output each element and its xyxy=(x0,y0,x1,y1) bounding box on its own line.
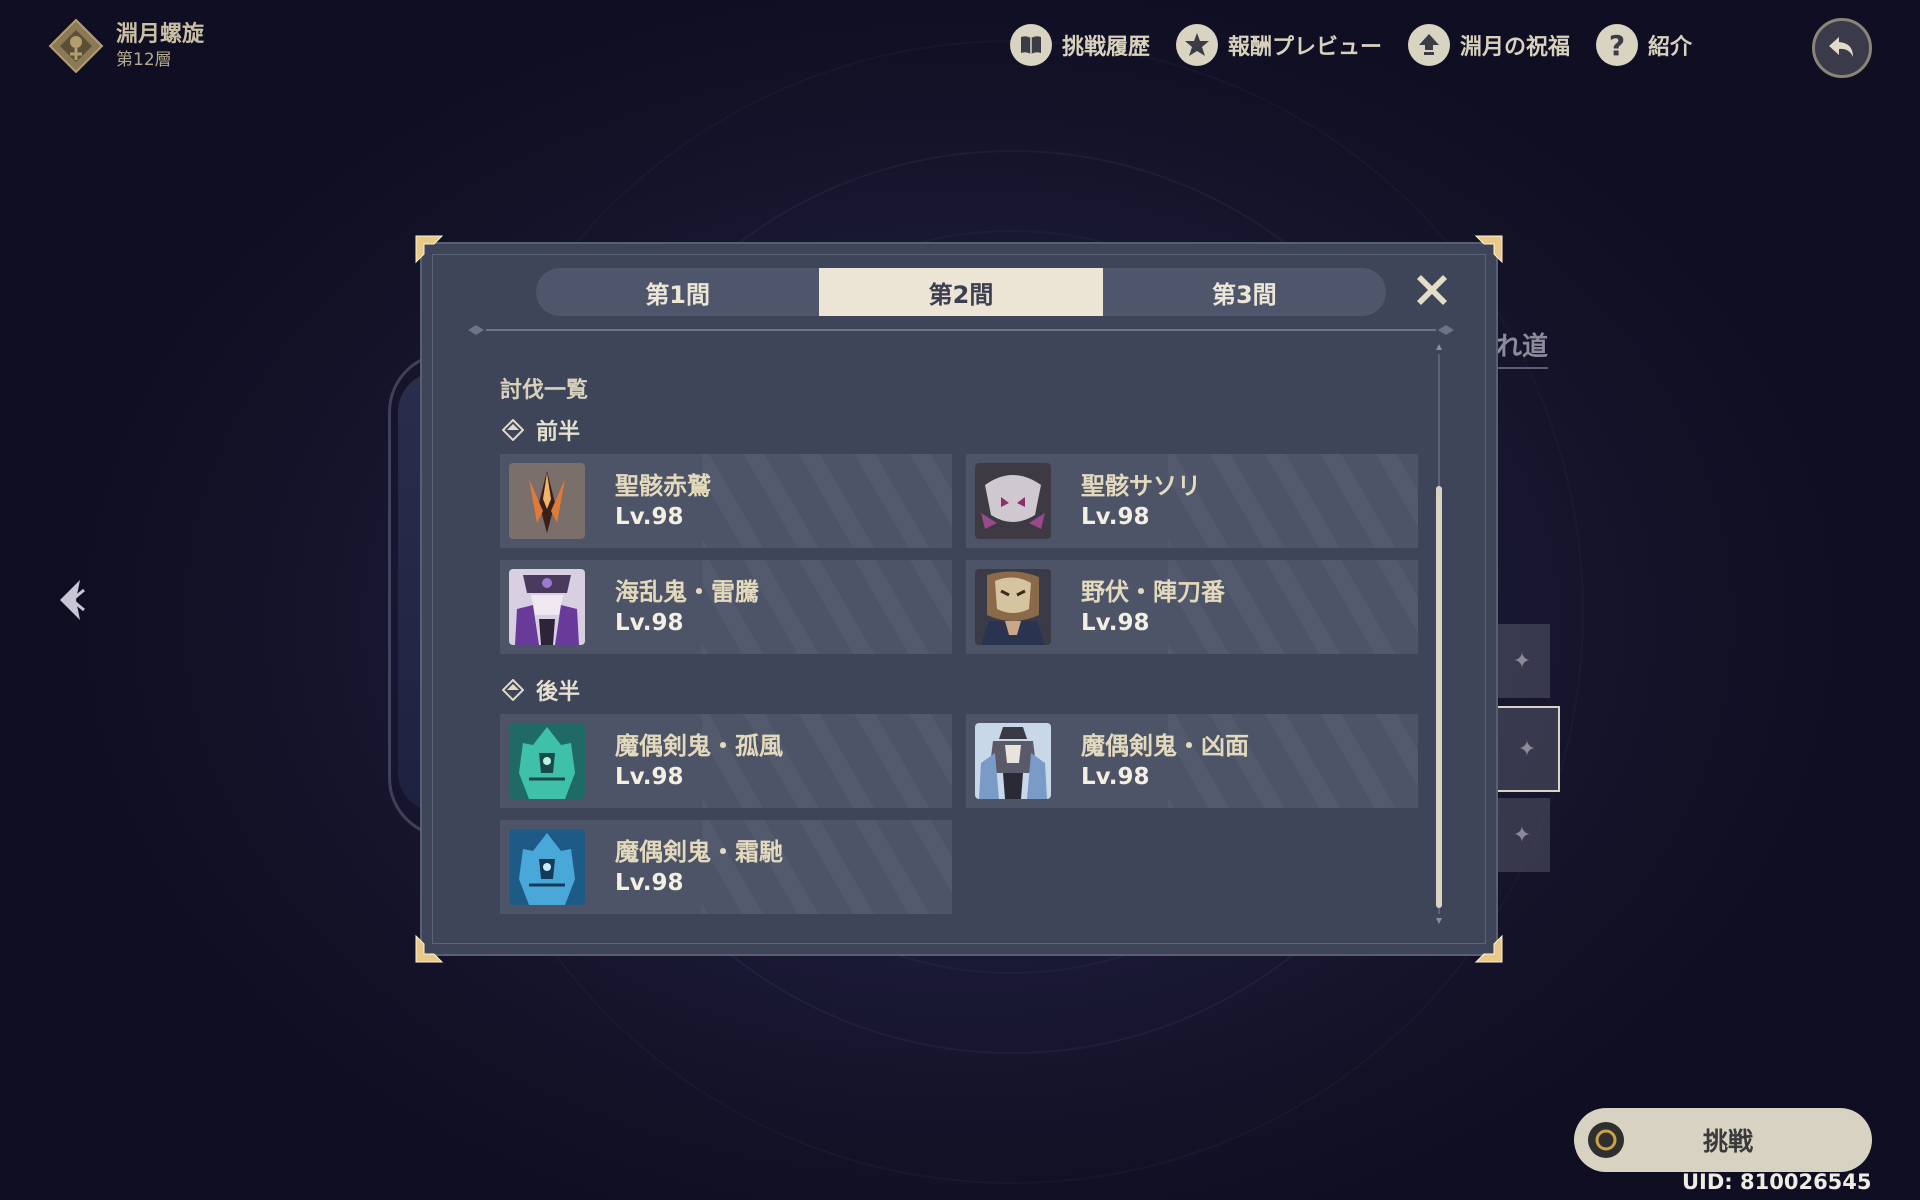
previous-page-arrow[interactable] xyxy=(54,576,94,624)
scroll-down-icon xyxy=(1436,918,1442,924)
enemy-list-scrollbar[interactable] xyxy=(1436,344,1442,924)
background-star-slot: ✦ xyxy=(1494,798,1550,872)
back-arrow-icon xyxy=(1829,37,1853,57)
star-badge-icon xyxy=(1176,24,1219,66)
second-half-header: 後半 xyxy=(502,674,580,706)
uid-label: UID: 810026545 xyxy=(1682,1170,1872,1194)
first-half-label: 前半 xyxy=(536,420,581,445)
enemy-level: Lv.98 xyxy=(615,610,684,636)
diamond-icon xyxy=(502,679,524,701)
challenge-history-label: 挑戦履歴 xyxy=(1062,35,1151,60)
enemy-list-modal: 第1間 第2間 第3間 討伐一覧 前半 聖骸赤鷲 Lv.98 聖骸サソリ Lv.… xyxy=(415,235,1503,963)
corner-ornament-icon xyxy=(1474,235,1503,264)
enemy-name: 魔偶剣鬼・霜馳 xyxy=(615,838,783,866)
enemy-level: Lv.98 xyxy=(615,764,684,790)
enemy-portrait-maguu-kenki-frost-run xyxy=(509,829,585,905)
enemy-card[interactable]: 野伏・陣刀番 Lv.98 xyxy=(966,560,1418,654)
diamond-icon xyxy=(502,419,524,441)
introduction-button[interactable]: ? 紹介 xyxy=(1596,24,1692,66)
enemy-portrait-scorpion xyxy=(975,463,1051,539)
enemy-name: 聖骸サソリ xyxy=(1081,472,1201,500)
first-half-header: 前半 xyxy=(502,414,580,446)
close-icon xyxy=(1417,275,1447,305)
challenge-label: 挑戦 xyxy=(1702,1127,1753,1156)
close-button[interactable] xyxy=(1410,268,1454,312)
corner-ornament-icon xyxy=(415,235,444,264)
background-route-label: れ道 xyxy=(1496,326,1549,369)
tab-chamber-3[interactable]: 第3間 xyxy=(1103,268,1386,316)
enemy-level: Lv.98 xyxy=(1081,610,1150,636)
reward-preview-label: 報酬プレビュー xyxy=(1228,35,1383,60)
enemy-card[interactable]: 海乱鬼・雷騰 Lv.98 xyxy=(500,560,952,654)
enemy-portrait-kairagi-thunder xyxy=(509,569,585,645)
enemy-card[interactable]: 聖骸サソリ Lv.98 xyxy=(966,454,1418,548)
corner-ornament-icon xyxy=(415,934,444,963)
reward-preview-button[interactable]: 報酬プレビュー xyxy=(1176,24,1382,66)
abyss-blessing-button[interactable]: 淵月の祝福 xyxy=(1408,24,1570,66)
enemy-level: Lv.98 xyxy=(1081,504,1150,530)
enemy-portrait-maguu-kenki-lone-gale xyxy=(509,723,585,799)
introduction-label: 紹介 xyxy=(1648,35,1693,60)
challenge-button[interactable]: 挑戦 xyxy=(1574,1108,1872,1172)
chamber-tabs: 第1間 第2間 第3間 xyxy=(536,268,1386,316)
enemy-portrait-crimson-eagle xyxy=(509,463,585,539)
book-icon xyxy=(1010,24,1052,66)
question-icon: ? xyxy=(1596,24,1639,66)
chevron-left-icon xyxy=(60,580,85,620)
enemy-level: Lv.98 xyxy=(615,870,684,896)
enemy-name: 野伏・陣刀番 xyxy=(1081,578,1225,606)
up-arrow-icon xyxy=(1408,24,1451,66)
enemy-name: 聖骸赤鷲 xyxy=(615,472,711,500)
enemy-level: Lv.98 xyxy=(1081,764,1150,790)
enemy-card[interactable]: 魔偶剣鬼・凶面 Lv.98 xyxy=(966,714,1418,808)
scroll-up-icon xyxy=(1436,344,1442,350)
background-star-slot: ✦ xyxy=(1494,624,1550,698)
abyss-emblem-icon xyxy=(48,18,104,74)
enemy-name: 魔偶剣鬼・孤風 xyxy=(615,732,783,760)
abyss-title-block: 淵月螺旋 第12層 xyxy=(48,18,204,74)
background-star-slot-selected: ✦ xyxy=(1494,706,1560,792)
tab-chamber-2[interactable]: 第2間 xyxy=(819,268,1103,316)
top-menu: 挑戦履歴 報酬プレビュー 淵月の祝福 ? 紹介 xyxy=(1010,24,1718,66)
scroll-thumb[interactable] xyxy=(1436,486,1442,908)
abyss-blessing-label: 淵月の祝福 xyxy=(1460,35,1571,60)
enemy-portrait-nobushi xyxy=(975,569,1051,645)
back-button[interactable] xyxy=(1812,18,1872,78)
challenge-history-button[interactable]: 挑戦履歴 xyxy=(1010,24,1150,66)
abyss-name: 淵月螺旋 xyxy=(116,22,205,47)
floor-label: 第12層 xyxy=(116,50,172,70)
enemy-portrait-maguu-kenki-evil-face xyxy=(975,723,1051,799)
enemy-name: 魔偶剣鬼・凶面 xyxy=(1081,732,1249,760)
enemy-name: 海乱鬼・雷騰 xyxy=(615,578,759,606)
tab-chamber-1[interactable]: 第1間 xyxy=(536,268,819,316)
enemy-card[interactable]: 魔偶剣鬼・霜馳 Lv.98 xyxy=(500,820,952,914)
controller-button-icon xyxy=(1588,1122,1624,1158)
enemy-card[interactable]: 聖骸赤鷲 Lv.98 xyxy=(500,454,952,548)
second-half-label: 後半 xyxy=(536,680,581,705)
enemy-card[interactable]: 魔偶剣鬼・孤風 Lv.98 xyxy=(500,714,952,808)
enemy-level: Lv.98 xyxy=(615,504,684,530)
header-divider xyxy=(468,325,1454,335)
corner-ornament-icon xyxy=(1474,934,1503,963)
defeat-list-title: 討伐一覧 xyxy=(500,378,589,403)
